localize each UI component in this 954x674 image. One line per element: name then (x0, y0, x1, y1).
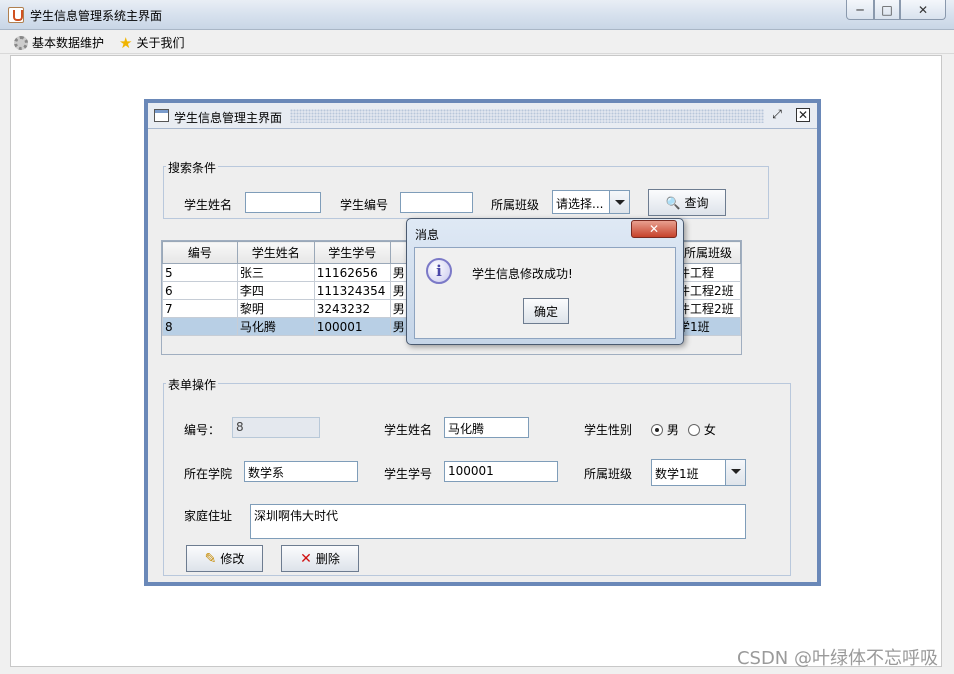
radio-selected-icon[interactable] (651, 424, 663, 436)
maximize-button[interactable]: □ (874, 0, 900, 20)
restore-icon[interactable]: ⤢ (770, 108, 784, 122)
menu-about-us[interactable]: ★ 关于我们 (119, 34, 184, 51)
delete-button[interactable]: ✕ 删除 (281, 545, 359, 572)
col-header-sno[interactable]: 学生学号 (313, 241, 391, 264)
dialog-ok-button[interactable]: 确定 (523, 298, 569, 324)
radio-icon[interactable] (688, 424, 700, 436)
col-header-class[interactable]: 所属班级 (674, 241, 742, 264)
star-icon: ★ (119, 33, 133, 52)
form-id-field: 8 (232, 417, 320, 438)
menu-basic-data[interactable]: 基本数据维护 (14, 34, 104, 51)
query-button-label: 查询 (684, 196, 709, 210)
cell: 8 (162, 317, 238, 336)
form-legend: 表单操作 (166, 376, 219, 393)
gear-icon (14, 35, 28, 50)
search-id-label: 学生编号 (340, 198, 389, 212)
cell: 3243232 (313, 299, 391, 318)
cell: 111324354 (313, 281, 391, 300)
cell: 件工程2班 (674, 281, 742, 300)
col-header-name[interactable]: 学生姓名 (236, 241, 315, 264)
close-button[interactable]: ✕ (900, 0, 946, 20)
form-sno-label: 学生学号 (384, 467, 433, 481)
cell: 6 (162, 281, 238, 300)
cell: 件工程 (674, 263, 742, 282)
delete-button-label: 删除 (315, 552, 340, 566)
form-sno-input[interactable]: 100001 (444, 461, 558, 482)
edit-button[interactable]: ✎ 修改 (186, 545, 263, 572)
search-class-select[interactable]: 请选择... (552, 190, 630, 214)
cell: 李四 (236, 281, 315, 300)
search-name-input[interactable] (245, 192, 321, 213)
form-gender-label: 学生性别 (584, 423, 633, 437)
cell: 11162656 (313, 263, 391, 282)
form-address-label: 家庭住址 (184, 509, 233, 523)
form-college-input[interactable]: 数学系 (244, 461, 358, 482)
gender-male-radio[interactable]: 男 (651, 421, 679, 438)
form-address-textarea[interactable]: 深圳啊伟大时代 (250, 504, 746, 539)
chevron-down-icon[interactable] (609, 191, 629, 213)
frame-icon (154, 109, 169, 122)
col-header-id[interactable]: 编号 (162, 241, 238, 264)
cell: 学1班 (674, 317, 742, 336)
pencil-icon: ✎ (204, 550, 217, 567)
gender-female-label: 女 (703, 423, 716, 437)
window-title: 学生信息管理系统主界面 (30, 9, 163, 23)
dialog-message: 学生信息修改成功! (472, 267, 573, 281)
cell: 件工程2班 (674, 299, 742, 318)
java-app-icon (8, 7, 24, 23)
menubar: 基本数据维护 ★ 关于我们 (0, 30, 954, 54)
minimize-button[interactable]: ─ (846, 0, 874, 20)
search-legend: 搜索条件 (166, 159, 219, 176)
search-name-label: 学生姓名 (184, 198, 233, 212)
form-college-label: 所在学院 (184, 467, 233, 481)
window-titlebar: 学生信息管理系统主界面 ─ □ ✕ (0, 0, 954, 30)
form-class-label: 所属班级 (584, 467, 633, 481)
titlebar-grip (290, 109, 764, 123)
search-icon: 🔍 (665, 195, 681, 210)
search-class-label: 所属班级 (491, 198, 540, 212)
internal-frame-titlebar[interactable]: 学生信息管理主界面 ⤢ ✕ (148, 103, 817, 129)
cell: 黎明 (236, 299, 315, 318)
menu-basic-data-label: 基本数据维护 (32, 36, 105, 50)
dialog-body: i 学生信息修改成功! 确定 (414, 247, 676, 339)
cell: 7 (162, 299, 238, 318)
search-class-value: 请选择... (556, 197, 604, 211)
delete-x-icon: ✕ (300, 550, 312, 567)
internal-frame-title: 学生信息管理主界面 (174, 111, 283, 125)
gender-male-label: 男 (666, 423, 679, 437)
dialog-close-button[interactable]: ✕ (631, 220, 677, 238)
form-id-label: 编号： (184, 423, 221, 437)
cell: 5 (162, 263, 238, 282)
menu-about-us-label: 关于我们 (136, 36, 185, 50)
dialog-title: 消息 (415, 228, 440, 242)
info-icon: i (426, 258, 452, 284)
message-dialog: 消息 ✕ i 学生信息修改成功! 确定 (406, 218, 684, 345)
form-class-select[interactable]: 数学1班 (651, 459, 746, 486)
form-name-input[interactable]: 马化腾 (444, 417, 529, 438)
gender-female-radio[interactable]: 女 (688, 421, 716, 438)
search-id-input[interactable] (400, 192, 473, 213)
cell: 张三 (236, 263, 315, 282)
cell: 100001 (313, 317, 391, 336)
watermark: CSDN @叶绿体不忘呼吸 (736, 648, 938, 669)
frame-close-icon[interactable]: ✕ (796, 108, 810, 122)
edit-button-label: 修改 (220, 552, 245, 566)
query-button[interactable]: 🔍 查询 (648, 189, 726, 216)
chevron-down-icon[interactable] (725, 460, 745, 485)
window-controls: ─ □ ✕ (846, 0, 946, 20)
cell: 马化腾 (236, 317, 315, 336)
form-class-value: 数学1班 (655, 467, 699, 481)
form-name-label: 学生姓名 (384, 423, 433, 437)
